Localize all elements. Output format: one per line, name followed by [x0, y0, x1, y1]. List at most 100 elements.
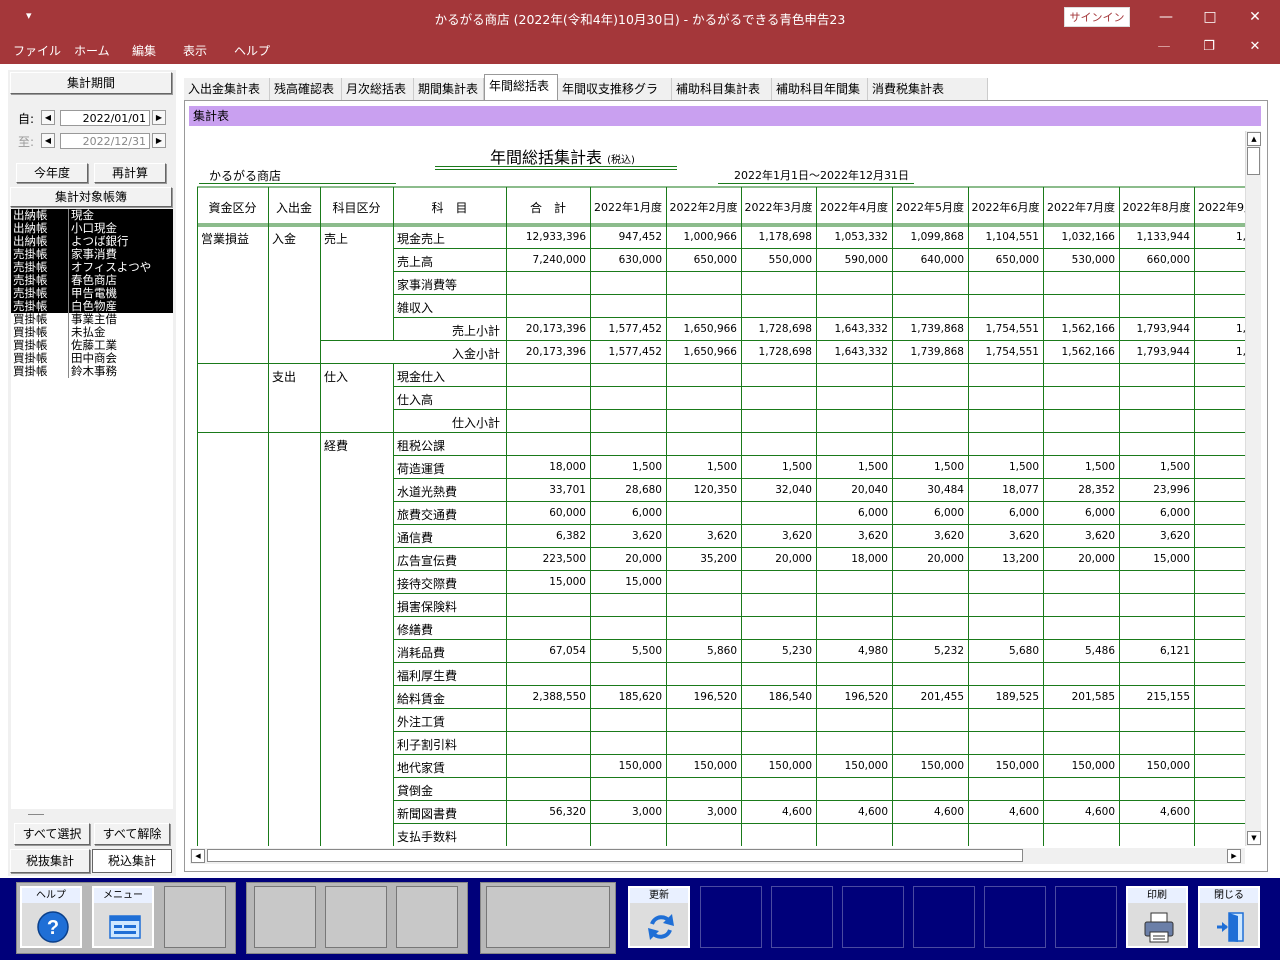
value-cell: 204 — [1194, 691, 1245, 703]
value-cell: 530,000 — [1071, 254, 1115, 266]
tab-0[interactable]: 入出金集計表 — [184, 78, 270, 100]
printer-icon — [1144, 912, 1174, 943]
value-cell: 1,793,944 — [1136, 346, 1190, 358]
account-name: 消耗品費 — [397, 646, 446, 660]
account-name: 外注工賃 — [397, 715, 446, 729]
tax-incl-tab[interactable]: 税込集計 — [92, 849, 172, 873]
exit-door-icon — [1217, 912, 1244, 942]
value-cell: 1,577,452 — [608, 323, 662, 335]
separator — [28, 814, 44, 815]
close-fkey[interactable]: 閉じる — [1198, 886, 1260, 948]
menu-file[interactable]: ファイル — [13, 42, 61, 59]
menu-home[interactable]: ホーム — [74, 42, 110, 59]
value-cell: 20,000 — [1078, 553, 1115, 565]
value-cell: 32,040 — [775, 484, 812, 496]
vertical-scrollbar[interactable]: ▲ ▼ — [1245, 131, 1261, 846]
ledger-divider — [68, 287, 69, 300]
value-cell: 196,520 — [844, 691, 888, 703]
help-fkey[interactable]: ヘルプ ? — [20, 886, 82, 948]
tab-4[interactable]: 年間総括表 — [484, 74, 558, 101]
maximize-icon[interactable]: □ — [1198, 6, 1222, 28]
value-cell: 1,739,868 — [910, 323, 964, 335]
value-cell: 3,620 — [857, 530, 888, 542]
value-cell: 1,643,332 — [834, 323, 888, 335]
scroll-up-icon[interactable]: ▲ — [1247, 132, 1261, 146]
tab-2[interactable]: 月次総括表 — [342, 78, 414, 100]
scroll-left-icon[interactable]: ◀ — [191, 849, 205, 863]
period-underline — [718, 183, 914, 184]
menu-fkey[interactable]: メニュー — [92, 886, 154, 948]
mdi-close-icon[interactable]: ✕ — [1245, 39, 1265, 59]
report-grid: 資金区分 入出金 科目区分 科 目 合 計 2022年1月度 2022年2月度 2022年3月… — [190, 130, 1245, 846]
menu-help[interactable]: ヘルプ — [234, 42, 270, 59]
ledger-divider — [68, 339, 69, 352]
menu-icon — [109, 915, 141, 939]
ledger-item[interactable]: 買掛帳 鈴木事務 — [11, 365, 173, 378]
close-fkey-label: 閉じる — [1200, 888, 1258, 903]
tab-1[interactable]: 残高確認表 — [270, 78, 342, 100]
value-cell: 3,620 — [1084, 530, 1115, 542]
vertical-scroll-thumb[interactable] — [1247, 147, 1260, 175]
minimize-icon[interactable]: — — [1154, 6, 1178, 28]
value-cell: 1,754,551 — [985, 346, 1039, 358]
column-header: 科目区分 — [332, 201, 381, 215]
mdi-restore-icon[interactable]: ❐ — [1199, 39, 1219, 59]
tab-8[interactable]: 消費税集計表 — [868, 78, 988, 100]
value-cell: 150,000 — [693, 760, 737, 772]
scroll-down-icon[interactable]: ▼ — [1247, 831, 1261, 845]
horizontal-scroll-thumb[interactable] — [207, 849, 1023, 862]
value-cell: 6,000 — [857, 507, 888, 519]
tab-3[interactable]: 期間集計表 — [414, 78, 484, 100]
tax-excl-tab[interactable]: 税抜集計 — [10, 849, 90, 873]
value-cell: 67,054 — [549, 645, 586, 657]
value-cell: 1,500 — [631, 461, 662, 473]
column-header: 資金区分 — [208, 201, 257, 215]
to-date-field[interactable]: 2022/12/31 — [60, 133, 150, 149]
tab-7[interactable]: 補助科目年間集計表 — [772, 78, 868, 118]
company-underline — [199, 183, 396, 184]
value-cell: 1,663 — [1235, 323, 1245, 335]
value-cell: 5,232 — [933, 645, 964, 657]
value-cell: 23,996 — [1153, 484, 1190, 496]
report-title: 年間総括集計表 (税込) — [490, 144, 635, 168]
mdi-minimize-icon[interactable]: — — [1154, 39, 1174, 59]
menu-edit[interactable]: 編集 — [132, 42, 156, 59]
refresh-fkey[interactable]: 更新 — [628, 886, 690, 948]
sheet-label: 集計表 — [189, 106, 1261, 126]
value-cell: 3,620 — [933, 530, 964, 542]
select-all-button[interactable]: すべて選択 — [14, 823, 90, 845]
print-fkey[interactable]: 印刷 — [1126, 886, 1188, 948]
value-cell: 1,500 — [857, 461, 888, 473]
value-cell: 150,000 — [920, 760, 964, 772]
print-fkey-label: 印刷 — [1128, 888, 1186, 903]
value-cell: 3,620 — [1159, 530, 1190, 542]
from-date-field[interactable]: 2022/01/01 — [60, 110, 150, 126]
tab-5[interactable]: 年間収支推移グラフ — [558, 78, 672, 118]
recalc-button[interactable]: 再計算 — [94, 163, 166, 183]
tab-6[interactable]: 補助科目集計表 — [672, 78, 772, 100]
fkey-blank-2 — [254, 886, 316, 948]
title-underline — [435, 166, 677, 170]
value-cell: 150,000 — [618, 760, 662, 772]
left-panel: 集計期間 自: ◀ 2022/01/01 ▶ 至: ◀ 2022/12/31 ▶… — [8, 70, 176, 876]
scroll-right-icon[interactable]: ▶ — [1227, 849, 1241, 863]
value-cell: 150 — [1194, 760, 1245, 772]
value-cell: 1,500 — [933, 461, 964, 473]
from-prev-icon[interactable]: ◀ — [41, 110, 55, 125]
signin-button[interactable]: サインイン — [1064, 7, 1130, 27]
value-cell: 6,000 — [933, 507, 964, 519]
horizontal-scrollbar[interactable]: ◀ ▶ — [190, 848, 1245, 864]
deselect-all-button[interactable]: すべて解除 — [94, 823, 170, 845]
close-icon[interactable]: ✕ — [1243, 6, 1267, 28]
from-next-icon[interactable]: ▶ — [152, 110, 166, 125]
to-next-icon[interactable]: ▶ — [152, 133, 166, 148]
value-cell: 5,486 — [1084, 645, 1115, 657]
value-cell: 1,562,166 — [1061, 323, 1115, 335]
this-year-button[interactable]: 今年度 — [16, 163, 88, 183]
menu-view[interactable]: 表示 — [183, 42, 207, 59]
ledger-divider — [68, 261, 69, 274]
value-cell: 150,000 — [844, 760, 888, 772]
to-prev-icon[interactable]: ◀ — [41, 133, 55, 148]
value-cell: 1,500 — [1159, 461, 1190, 473]
column-header: 2022年4月度 — [820, 201, 888, 214]
